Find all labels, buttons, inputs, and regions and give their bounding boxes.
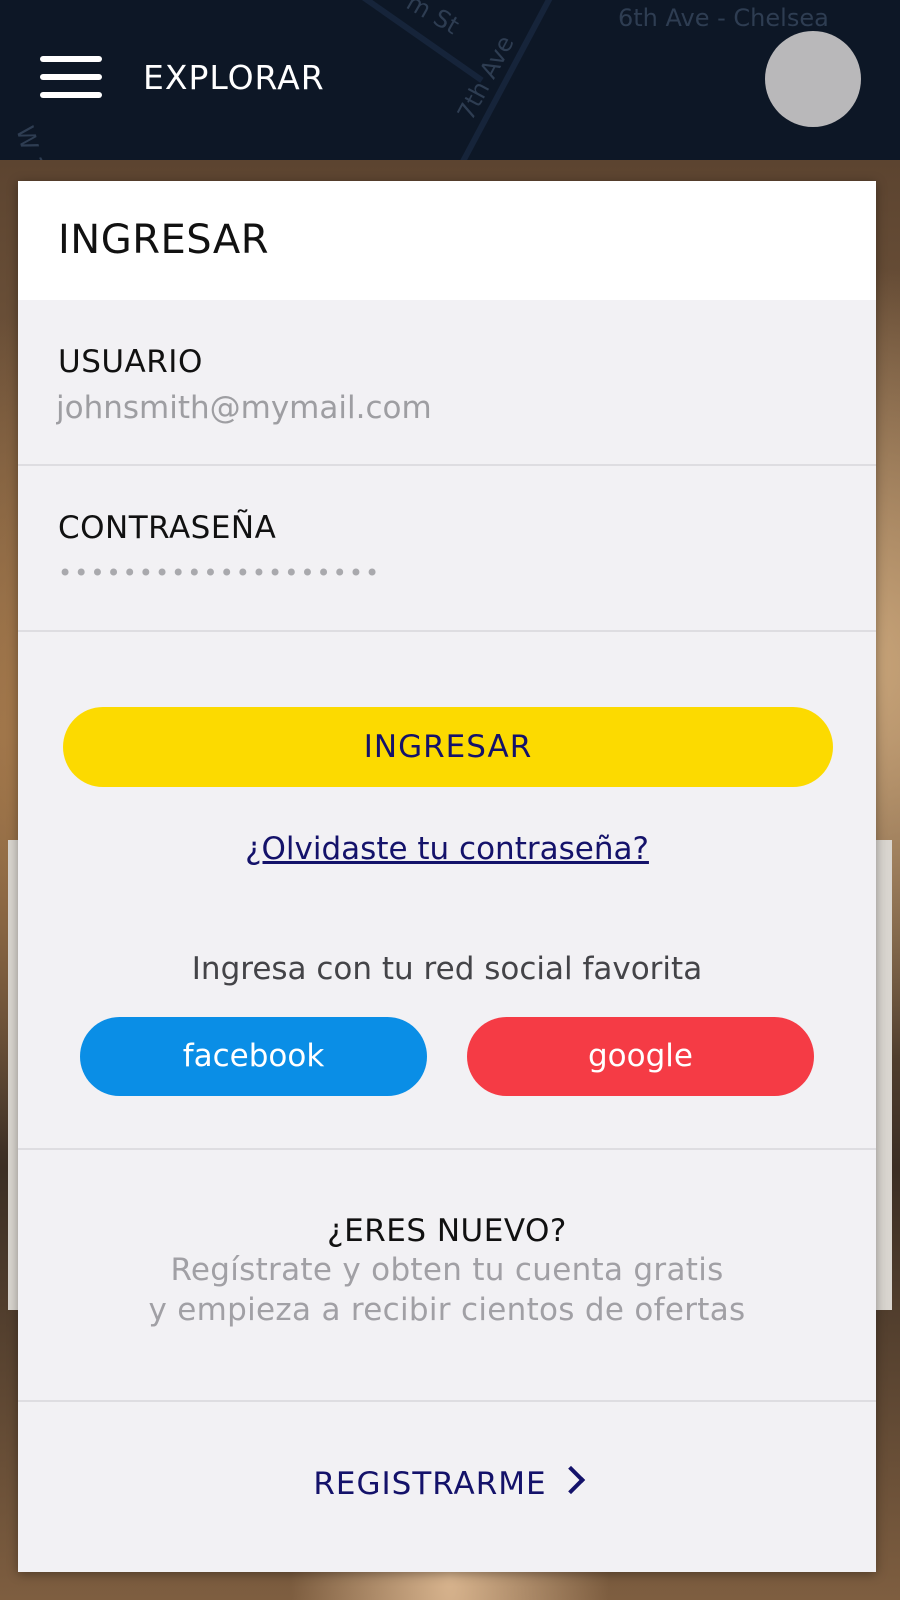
password-input[interactable]: •••••••••••••••••••• bbox=[58, 559, 381, 587]
new-user-text-line1: Regístrate y obten tu cuenta gratis bbox=[170, 1252, 724, 1288]
hamburger-menu-icon[interactable] bbox=[40, 54, 104, 100]
forgot-password-link[interactable]: ¿Olvidaste tu contraseña? bbox=[18, 831, 876, 867]
divider bbox=[18, 1148, 876, 1150]
password-label: CONTRASEÑA bbox=[58, 510, 277, 546]
modal-header: INGRESAR bbox=[18, 181, 876, 300]
login-button[interactable]: INGRESAR bbox=[63, 707, 833, 787]
new-user-title: ¿ERES NUEVO? bbox=[327, 1213, 567, 1249]
avatar[interactable] bbox=[765, 31, 861, 127]
username-label: USUARIO bbox=[58, 344, 203, 380]
username-field: USUARIO bbox=[18, 300, 876, 466]
register-button[interactable]: REGISTRARME bbox=[18, 1465, 876, 1502]
password-field: CONTRASEÑA •••••••••••••••••••• bbox=[18, 466, 876, 632]
google-login-button[interactable]: google bbox=[467, 1017, 814, 1096]
facebook-login-button[interactable]: facebook bbox=[80, 1017, 427, 1096]
username-input[interactable] bbox=[56, 386, 816, 430]
social-login-caption: Ingresa con tu red social favorita bbox=[191, 951, 703, 987]
divider bbox=[18, 1400, 876, 1402]
login-modal: INGRESAR USUARIO CONTRASEÑA ••••••••••••… bbox=[18, 181, 876, 1572]
modal-title: INGRESAR bbox=[58, 217, 270, 263]
chevron-right-icon bbox=[556, 1465, 585, 1495]
register-label: REGISTRARME bbox=[313, 1466, 547, 1502]
page-title: EXPLORAR bbox=[143, 58, 325, 97]
new-user-text-line2: y empieza a recibir cientos de ofertas bbox=[148, 1292, 746, 1328]
top-bar: EXPLORAR bbox=[0, 0, 900, 160]
